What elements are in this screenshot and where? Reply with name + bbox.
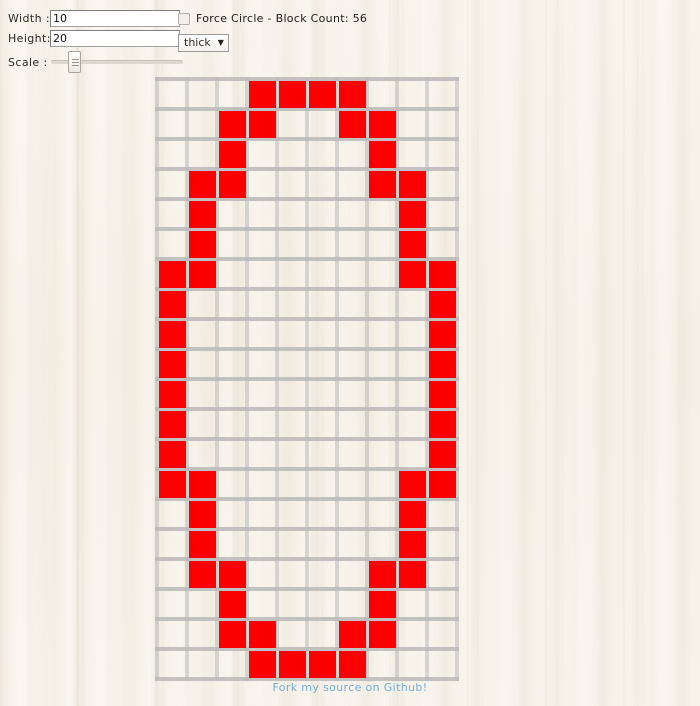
grid-block[interactable] xyxy=(189,171,216,198)
grid-block[interactable] xyxy=(339,81,366,108)
grid-block[interactable] xyxy=(159,351,186,378)
fork-on-github-link[interactable]: Fork my source on Github! xyxy=(0,681,700,694)
thumb-grip-line xyxy=(72,59,79,60)
grid-block[interactable] xyxy=(219,561,246,588)
grid-block[interactable] xyxy=(159,381,186,408)
gridline-vertical xyxy=(155,77,159,681)
grid-block[interactable] xyxy=(189,261,216,288)
grid-block[interactable] xyxy=(219,111,246,138)
width-label: Width : xyxy=(8,12,50,25)
grid-block[interactable] xyxy=(189,501,216,528)
grid-block[interactable] xyxy=(279,651,306,678)
grid-block[interactable] xyxy=(339,621,366,648)
grid-block[interactable] xyxy=(249,651,276,678)
grid-block[interactable] xyxy=(399,471,426,498)
grid-block[interactable] xyxy=(279,81,306,108)
gridline-vertical xyxy=(335,77,339,681)
height-input[interactable] xyxy=(50,30,180,47)
scale-slider-thumb[interactable] xyxy=(68,51,81,73)
gridline-vertical xyxy=(425,77,429,681)
force-circle-status-text: Force Circle - Block Count: 56 xyxy=(196,12,368,25)
grid-block[interactable] xyxy=(399,201,426,228)
grid-block[interactable] xyxy=(339,111,366,138)
grid-block[interactable] xyxy=(159,291,186,318)
width-input[interactable] xyxy=(50,10,180,27)
width-row: Width : xyxy=(8,10,180,27)
gridline-vertical xyxy=(305,77,309,681)
grid-block[interactable] xyxy=(189,531,216,558)
grid-block[interactable] xyxy=(369,171,396,198)
height-label: Height: xyxy=(8,32,51,45)
grid-block[interactable] xyxy=(429,411,456,438)
grid-block[interactable] xyxy=(429,291,456,318)
height-row: Height: xyxy=(8,30,180,47)
grid-block[interactable] xyxy=(219,171,246,198)
grid-block[interactable] xyxy=(219,591,246,618)
grid-block[interactable] xyxy=(249,111,276,138)
force-circle-checkbox[interactable] xyxy=(178,12,190,25)
grid-block[interactable] xyxy=(249,621,276,648)
thumb-grip-line xyxy=(72,65,79,66)
thickness-select[interactable]: thick ▼ xyxy=(178,33,229,52)
grid-block[interactable] xyxy=(159,441,186,468)
gridline-vertical xyxy=(455,77,459,681)
grid-block[interactable] xyxy=(429,321,456,348)
grid-block[interactable] xyxy=(399,501,426,528)
grid-block[interactable] xyxy=(249,81,276,108)
grid-block[interactable] xyxy=(429,261,456,288)
grid-block[interactable] xyxy=(399,171,426,198)
grid-block[interactable] xyxy=(189,471,216,498)
grid-block[interactable] xyxy=(429,381,456,408)
grid-block[interactable] xyxy=(429,471,456,498)
grid-block[interactable] xyxy=(309,81,336,108)
grid-block[interactable] xyxy=(369,591,396,618)
grid-block[interactable] xyxy=(159,411,186,438)
grid-block[interactable] xyxy=(429,441,456,468)
grid-block[interactable] xyxy=(159,471,186,498)
thumb-grip-line xyxy=(72,62,79,63)
thickness-select-value: thick xyxy=(184,36,211,49)
thickness-row: thick ▼ xyxy=(178,31,367,52)
gridline-vertical xyxy=(275,77,279,681)
grid-block[interactable] xyxy=(399,561,426,588)
grid-block[interactable] xyxy=(189,201,216,228)
grid-block[interactable] xyxy=(339,651,366,678)
grid-block[interactable] xyxy=(189,231,216,258)
grid-block[interactable] xyxy=(219,141,246,168)
scale-slider[interactable] xyxy=(51,51,183,73)
grid-block[interactable] xyxy=(399,231,426,258)
grid-block[interactable] xyxy=(369,111,396,138)
force-circle-row: Force Circle - Block Count: 56 xyxy=(178,10,367,27)
grid-block[interactable] xyxy=(399,531,426,558)
grid-block[interactable] xyxy=(189,561,216,588)
grid-block[interactable] xyxy=(429,351,456,378)
scale-label: Scale : xyxy=(8,55,48,69)
grid-block[interactable] xyxy=(159,261,186,288)
pixel-grid-canvas[interactable] xyxy=(155,77,459,681)
grid-block[interactable] xyxy=(159,321,186,348)
grid-block[interactable] xyxy=(219,621,246,648)
options-column: Force Circle - Block Count: 56 thick ▼ xyxy=(178,10,367,52)
grid-block[interactable] xyxy=(369,561,396,588)
grid-block[interactable] xyxy=(369,141,396,168)
chevron-down-icon: ▼ xyxy=(217,38,224,47)
scale-row: Scale : xyxy=(8,51,183,73)
grid-block[interactable] xyxy=(309,651,336,678)
grid-block[interactable] xyxy=(369,621,396,648)
grid-block[interactable] xyxy=(399,261,426,288)
gridline-vertical xyxy=(185,77,189,681)
controls-panel: Width : Height: Scale : Force Circle - B… xyxy=(0,0,420,73)
